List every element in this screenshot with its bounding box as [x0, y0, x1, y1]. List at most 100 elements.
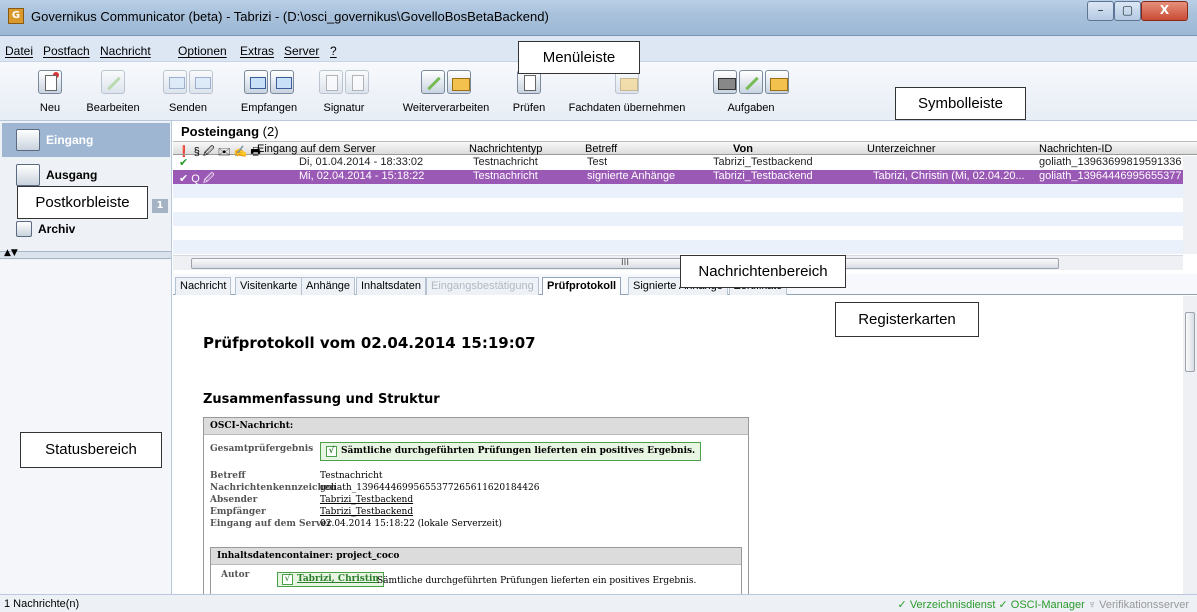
check-icon: √ [326, 446, 337, 457]
sign-icon [319, 70, 343, 94]
empty-row [173, 240, 1183, 254]
menu-server[interactable]: Server [284, 44, 319, 58]
tasks-button[interactable]: Aufgaben [706, 62, 796, 120]
message-table: ✔ Di, 01.04.2014 - 18:33:02 Testnachrich… [173, 156, 1183, 254]
kennzeichen-label: Nachrichtenkennzeichen [210, 483, 337, 493]
inbox-title: Posteingang [181, 124, 260, 139]
eingang-value: 02.04.2014 15:18:22 (lokale Serverzeit) [320, 519, 502, 529]
send-button[interactable]: Senden [160, 62, 216, 120]
osci-manager-status: ✓ OSCI-Manager [998, 599, 1085, 611]
task-edit-icon [739, 70, 763, 94]
new-message-icon [38, 70, 62, 94]
row-id: goliath_13964446995655377 [1039, 170, 1182, 182]
autor-label: Autor [221, 570, 250, 580]
edit-label: Bearbeiten [86, 102, 140, 114]
tab-nachricht[interactable]: Nachricht [175, 277, 232, 295]
inbox-icon [16, 129, 40, 151]
table-row-selected[interactable]: ✔ Q 🖉 Mi, 02.04.2014 - 15:18:22 Testnach… [173, 170, 1183, 185]
gesamt-label: Gesamtprüfergebnis [210, 444, 314, 454]
check-icon: √ [282, 574, 293, 585]
row-betreff: Test [587, 156, 608, 168]
kennzeichen-value: goliath_13964446995655377265611620184426 [320, 483, 540, 493]
absender-label: Absender [210, 495, 258, 505]
tab-pruefprotokoll[interactable]: Prüfprotokoll [542, 277, 622, 295]
column-von[interactable]: Von [733, 143, 753, 155]
sign-all-icon [345, 70, 369, 94]
protocol-title: Prüfprotokoll vom 02.04.2014 15:19:07 [203, 334, 536, 352]
title-bar[interactable]: G Governikus Communicator (beta) - Tabri… [0, 0, 1197, 36]
menu-nachricht[interactable]: Nachricht [100, 44, 151, 58]
close-button[interactable]: X [1141, 1, 1188, 21]
maximize-button[interactable]: ▢ [1114, 1, 1141, 21]
receive-button[interactable]: Empfangen [234, 62, 304, 120]
receive-label: Empfangen [240, 102, 298, 114]
table-row[interactable]: ✔ Di, 01.04.2014 - 18:33:02 Testnachrich… [173, 156, 1183, 170]
message-table-vscroll[interactable] [1183, 156, 1197, 254]
osci-box-header: OSCI-Nachricht: [204, 418, 748, 435]
empfaenger-link[interactable]: Tabrizi_Testbackend [320, 507, 413, 517]
row-von: Tabrizi_Testbackend [713, 156, 813, 168]
row-id: goliath_13963699819591336 [1039, 156, 1182, 168]
empty-row [173, 198, 1183, 212]
print-icon [713, 70, 737, 94]
menu-postfach[interactable]: Postfach [43, 44, 90, 58]
splitter-arrows-icon: ▲▼ [4, 248, 18, 258]
column-typ[interactable]: Nachrichtentyp [469, 143, 542, 155]
menu-extras[interactable]: Extras [240, 44, 274, 58]
tab-inhaltsdaten[interactable]: Inhaltsdaten [356, 277, 426, 295]
row-status-icons: ✔ [179, 157, 189, 169]
callout-message-area: Nachrichtenbereich [680, 255, 846, 288]
menu-optionen[interactable]: Optionen [178, 44, 227, 58]
autor-result: √ Tabrizi, Christin [277, 572, 384, 587]
inbox-header: Posteingang (2) [173, 121, 1197, 141]
hscroll-thumb[interactable]: III [191, 258, 1059, 269]
column-id[interactable]: Nachrichten-ID [1039, 143, 1112, 155]
scroll-grip-icon: III [621, 258, 629, 268]
container-header: Inhaltsdatencontainer: project_coco [211, 548, 741, 565]
empty-row [173, 184, 1183, 198]
tab-visitenkarte[interactable]: Visitenkarte [235, 277, 303, 295]
new-label: Neu [39, 102, 61, 114]
absender-link[interactable]: Tabrizi_Testbackend [320, 495, 413, 505]
new-button[interactable]: Neu [30, 62, 70, 120]
signature-button[interactable]: Signatur [314, 62, 374, 120]
sidebar-splitter[interactable]: ▲▼ [0, 248, 171, 259]
send-all-icon [189, 70, 213, 94]
autor-link[interactable]: Tabrizi, Christin [297, 574, 379, 584]
application-window: G Governikus Communicator (beta) - Tabri… [0, 0, 1197, 612]
message-table-header: ❗ § 🖉 ✉ ✍ 🖶 Eingang auf dem Server Nachr… [173, 141, 1197, 158]
sidebar-item-label: Eingang [46, 133, 94, 147]
process-button[interactable]: Weiterverarbeiten [396, 62, 496, 120]
column-betreff[interactable]: Betreff [585, 143, 617, 155]
row-unterzeichner: Tabrizi, Christin (Mi, 02.04.20... [873, 170, 1025, 182]
receive-icon [244, 70, 268, 94]
app-icon: G [8, 8, 24, 24]
edit-icon [101, 70, 125, 94]
signature-label: Signatur [323, 102, 365, 114]
callout-tabs: Registerkarten [835, 302, 979, 337]
menu-help[interactable]: ? [330, 44, 337, 58]
sidebar-item-inbox[interactable]: Eingang [2, 123, 170, 157]
message-table-hscroll[interactable]: III [173, 255, 1183, 270]
column-eingang[interactable]: Eingang auf dem Server [257, 143, 376, 155]
sidebar-item-archive[interactable]: Archiv [2, 216, 170, 242]
edit-button[interactable]: Bearbeiten [80, 62, 146, 120]
send-label: Senden [169, 102, 207, 114]
minimize-button[interactable]: – [1087, 1, 1114, 21]
protocol-vscroll[interactable] [1183, 296, 1197, 594]
column-unterzeichner[interactable]: Unterzeichner [867, 143, 935, 155]
tab-anhaenge[interactable]: Anhänge [301, 277, 356, 295]
tab-eingangsbestaetigung[interactable]: Eingangsbestätigung [426, 277, 539, 295]
vscroll-thumb[interactable] [1185, 312, 1195, 372]
row-eingang: Di, 01.04.2014 - 18:33:02 [299, 156, 424, 168]
menu-datei[interactable]: Datei [5, 44, 33, 58]
callout-status-area: Statusbereich [20, 432, 162, 468]
process-label: Weiterverarbeiten [402, 102, 490, 114]
summary-title: Zusammenfassung und Struktur [203, 392, 440, 407]
import-data-label: Fachdaten übernehmen [568, 102, 686, 114]
row-eingang: Mi, 02.04.2014 - 15:18:22 [299, 170, 425, 182]
status-bar: 1 Nachrichte(n) ✓ Verzeichnisdienst ✓ OS… [0, 594, 1197, 612]
empfaenger-label: Empfänger [210, 507, 266, 517]
callout-menu: Menüleiste [518, 41, 640, 74]
main-area: Posteingang (2) ❗ § 🖉 ✉ ✍ 🖶 Eingang auf … [173, 121, 1197, 594]
